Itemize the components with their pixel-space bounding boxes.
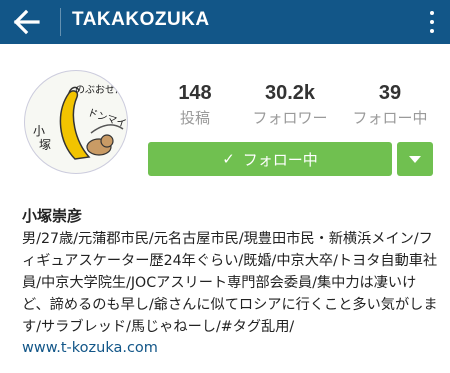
following-button-label: フォロー中	[242, 150, 318, 169]
stat-followers-count: 30.2k	[264, 82, 316, 104]
stat-following[interactable]: 39 フォロー中	[340, 81, 440, 129]
stat-posts[interactable]: 148 投稿	[150, 81, 240, 129]
stat-following-count: 39	[378, 82, 402, 104]
header-divider	[60, 8, 61, 36]
check-icon: ✓	[222, 150, 235, 168]
profile-bio: 男/27歳/元蒲郡市民/元名古屋市民/現豊田市民・新横浜メイン/フィギュアスケー…	[22, 231, 438, 335]
stat-followers[interactable]: 30.2k フォロワー	[240, 81, 340, 129]
back-arrow-icon[interactable]	[10, 6, 42, 38]
more-options-icon[interactable]	[422, 6, 442, 38]
profile-name: 小塚崇彦	[22, 207, 83, 225]
avatar-char-2: 塚	[39, 138, 51, 152]
profile-avatar[interactable]: のぶおせんせ ドンマイ 小 塚	[24, 70, 128, 174]
profile-stats: 148 投稿 30.2k フォロワー 39 フォロー中	[150, 81, 440, 131]
top-app-bar: TAKAKOZUKA	[0, 0, 450, 44]
avatar-caption: のぶおせんせ	[75, 84, 127, 96]
caret-down-icon	[409, 156, 421, 163]
stat-followers-label: フォロワー	[252, 109, 328, 127]
stat-following-label: フォロー中	[352, 109, 428, 127]
follow-options-button[interactable]	[397, 142, 433, 176]
page-title: TAKAKOZUKA	[72, 9, 210, 30]
stat-posts-count: 148	[178, 82, 212, 104]
profile-website-link[interactable]: www.t-kozuka.com	[22, 340, 158, 356]
following-button[interactable]: ✓ フォロー中	[148, 142, 392, 176]
avatar-phrase: ドンマイ	[86, 107, 127, 130]
avatar-char-1: 小	[33, 124, 45, 138]
avatar-illustration: のぶおせんせ ドンマイ 小 塚	[33, 84, 127, 160]
stat-posts-label: 投稿	[179, 109, 210, 127]
